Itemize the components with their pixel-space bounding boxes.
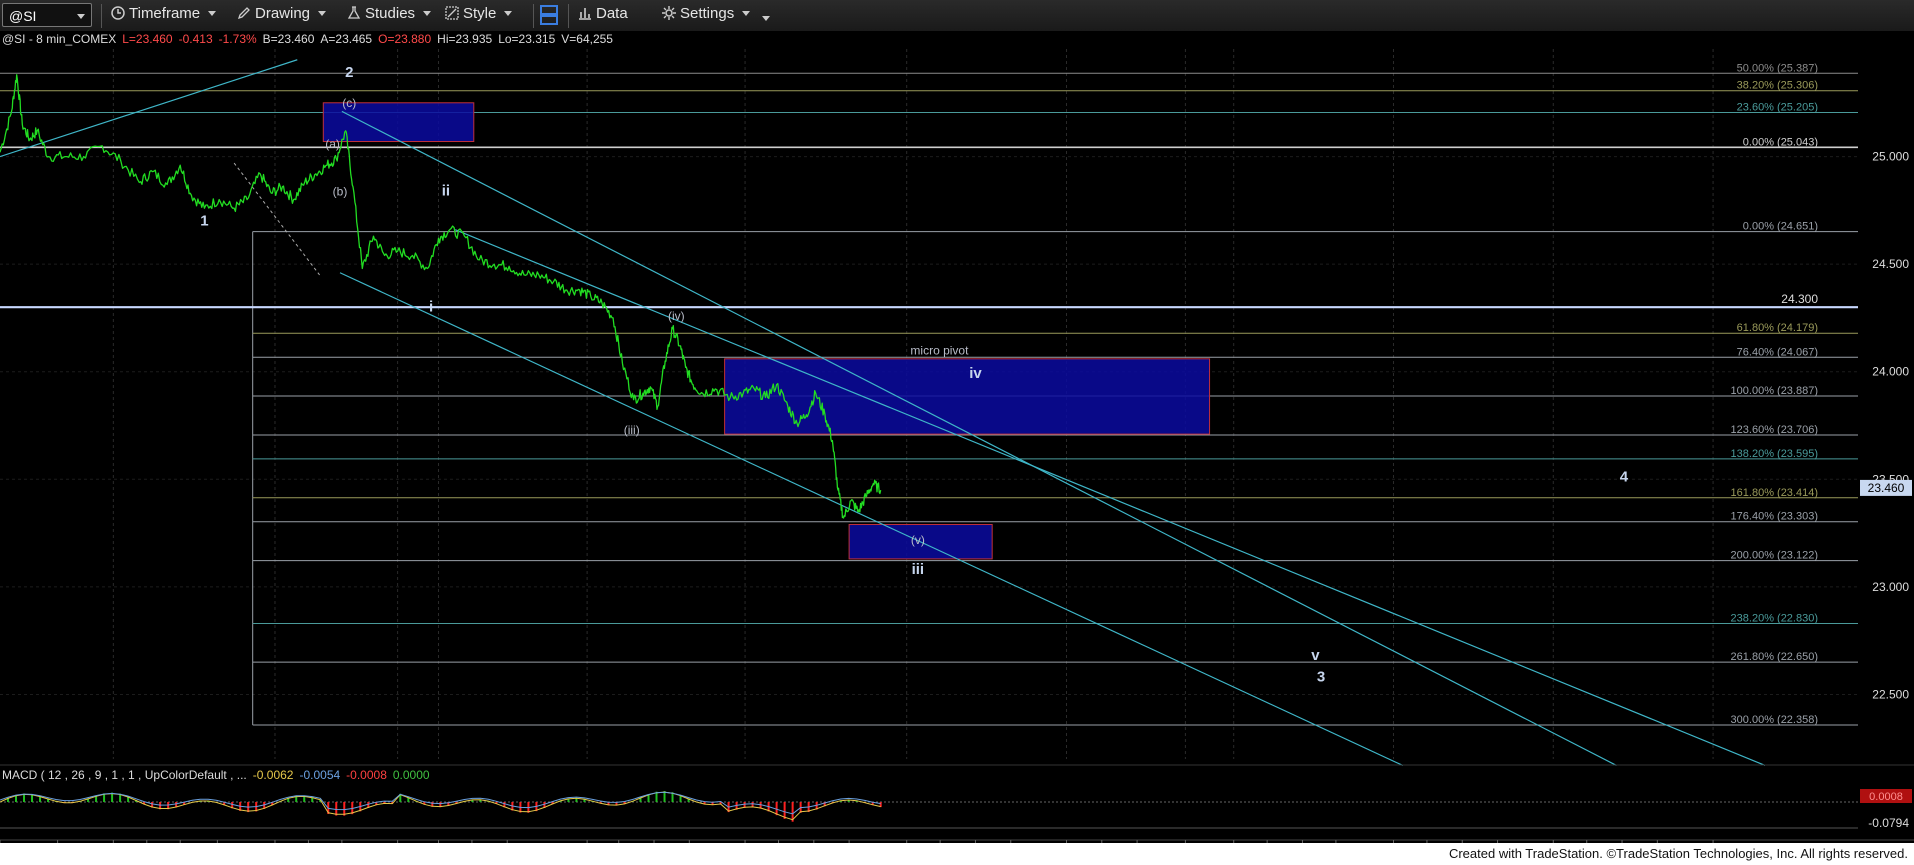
- fib-label: 0.00% (24.651): [1743, 221, 1818, 233]
- wave-label: 2: [345, 64, 353, 81]
- low-price: Lo=23.315: [498, 32, 555, 46]
- chevron-down-icon: [208, 11, 217, 16]
- support-label: 24.300: [1781, 292, 1818, 306]
- drawing-menu[interactable]: Drawing: [237, 5, 327, 27]
- subwave-label: (iv): [668, 309, 685, 323]
- symbol-info: @SI - 8 min_COMEX: [2, 32, 116, 46]
- open-price: O=23.880: [378, 32, 431, 46]
- data-label: Data: [596, 5, 628, 22]
- subwave-label: (c): [342, 96, 356, 110]
- fib-label: 23.60% (25.205): [1737, 101, 1818, 113]
- fib-label: 61.80% (24.179): [1737, 322, 1818, 334]
- y-tick-label: 24.000: [1872, 365, 1909, 379]
- toolbar-divider: [533, 4, 534, 28]
- fib-label: 300.00% (22.358): [1731, 714, 1818, 726]
- clock-icon: [111, 6, 125, 20]
- wave-label: iv: [969, 365, 982, 382]
- pencil-icon: [237, 7, 250, 20]
- y-tick-label: 24.500: [1872, 257, 1909, 271]
- subwave-label: (a): [325, 137, 340, 151]
- bid-price: B=23.460: [263, 32, 315, 46]
- wave-label: i: [429, 298, 433, 315]
- layout-icon: [540, 5, 558, 25]
- style-menu[interactable]: Style: [445, 5, 513, 27]
- chart-background: [0, 31, 1914, 843]
- wave-label: 4: [1620, 468, 1629, 485]
- copyright-text: Created with TradeStation. ©TradeStation…: [1448, 846, 1908, 861]
- fib-label: 38.20% (25.306): [1737, 80, 1818, 92]
- chevron-down-icon: [504, 11, 513, 16]
- settings-label: Settings: [680, 5, 735, 22]
- price-chart[interactable]: 50.00% (25.387) 38.20% (25.306) 23.60% (25…: [0, 31, 1914, 843]
- settings-menu[interactable]: Settings: [662, 5, 751, 27]
- ask-price: A=23.465: [320, 32, 372, 46]
- chevron-down-icon: [77, 14, 85, 19]
- studies-menu[interactable]: Studies: [347, 5, 432, 27]
- fib-label: 100.00% (23.887): [1731, 385, 1818, 397]
- style-icon: [445, 6, 459, 20]
- subwave-label: (iii): [624, 423, 640, 437]
- fib-label: 0.00% (25.043): [1743, 136, 1818, 148]
- chevron-down-icon: [423, 11, 432, 16]
- timeframe-label: Timeframe: [129, 5, 201, 22]
- macd-axis-label: -0.0794: [1868, 816, 1909, 830]
- y-tick-label: 22.500: [1872, 687, 1909, 701]
- fib-label: 76.40% (24.067): [1737, 346, 1818, 358]
- y-tick-label: 25.000: [1872, 150, 1909, 164]
- chevron-down-icon: [762, 16, 770, 21]
- chevron-down-icon: [742, 11, 751, 16]
- net-change: -0.413: [179, 32, 213, 46]
- wave-label: ii: [442, 182, 450, 199]
- toolbar-divider: [568, 4, 569, 28]
- toolbar-divider: [101, 4, 102, 28]
- macd-legend: MACD ( 12 , 26 , 9 , 1 , 1 , UpColorDefa…: [2, 768, 430, 782]
- subwave-label: (b): [333, 184, 348, 198]
- data-menu[interactable]: Data: [578, 5, 628, 27]
- volume: V=64,255: [561, 32, 613, 46]
- fib-label: 238.20% (22.830): [1731, 612, 1818, 624]
- symbol-text: @SI: [9, 8, 37, 24]
- subwave-label: (v): [911, 533, 925, 547]
- fib-label: 261.80% (22.650): [1731, 651, 1818, 663]
- wave-label: 3: [1317, 669, 1325, 686]
- fib-label: 161.80% (23.414): [1731, 487, 1818, 499]
- fib-label: 138.20% (23.595): [1731, 448, 1818, 460]
- flask-icon: [347, 6, 361, 19]
- gear-icon: [662, 6, 676, 20]
- wave-label: v: [1311, 647, 1320, 664]
- svg-text:@SI - 8 min_COMEXL=23.460-0.41: @SI - 8 min_COMEX L=23.460 -0.413 -1.73% B=2…: [2, 32, 613, 46]
- toolbar: @SI Timeframe Drawing Studies Style Data…: [0, 0, 1914, 32]
- fib-label: 176.40% (23.303): [1731, 511, 1818, 523]
- symbol-selector[interactable]: @SI: [2, 3, 92, 27]
- fib-label: 123.60% (23.706): [1731, 424, 1818, 436]
- fib-label: 200.00% (23.122): [1731, 550, 1818, 562]
- micro-pivot-label: micro pivot: [910, 344, 969, 358]
- timeframe-menu[interactable]: Timeframe: [111, 5, 217, 27]
- style-label: Style: [463, 5, 497, 22]
- studies-label: Studies: [365, 5, 416, 22]
- current-price-label: 23.460: [1868, 481, 1905, 495]
- layout-toggle[interactable]: [540, 5, 558, 27]
- macd-value-label: 0.0008: [1869, 791, 1903, 803]
- chevron-down-icon: [318, 11, 327, 16]
- header-readout: @SI - 8 min_COMEX L=23.460 -0.413 -1.73% B=2…: [2, 32, 613, 46]
- wave-label: 1: [200, 212, 208, 229]
- last-price: L=23.460: [122, 32, 173, 46]
- net-change-pct: -1.73%: [219, 32, 257, 46]
- wave-label: iii: [912, 561, 925, 578]
- bar-chart-icon: [579, 8, 591, 20]
- fib-label: 50.00% (25.387): [1737, 62, 1818, 74]
- drawing-label: Drawing: [255, 5, 311, 22]
- y-tick-label: 23.000: [1872, 580, 1909, 594]
- footer: Created with TradeStation. ©TradeStation…: [0, 843, 1914, 865]
- high-price: Hi=23.935: [437, 32, 492, 46]
